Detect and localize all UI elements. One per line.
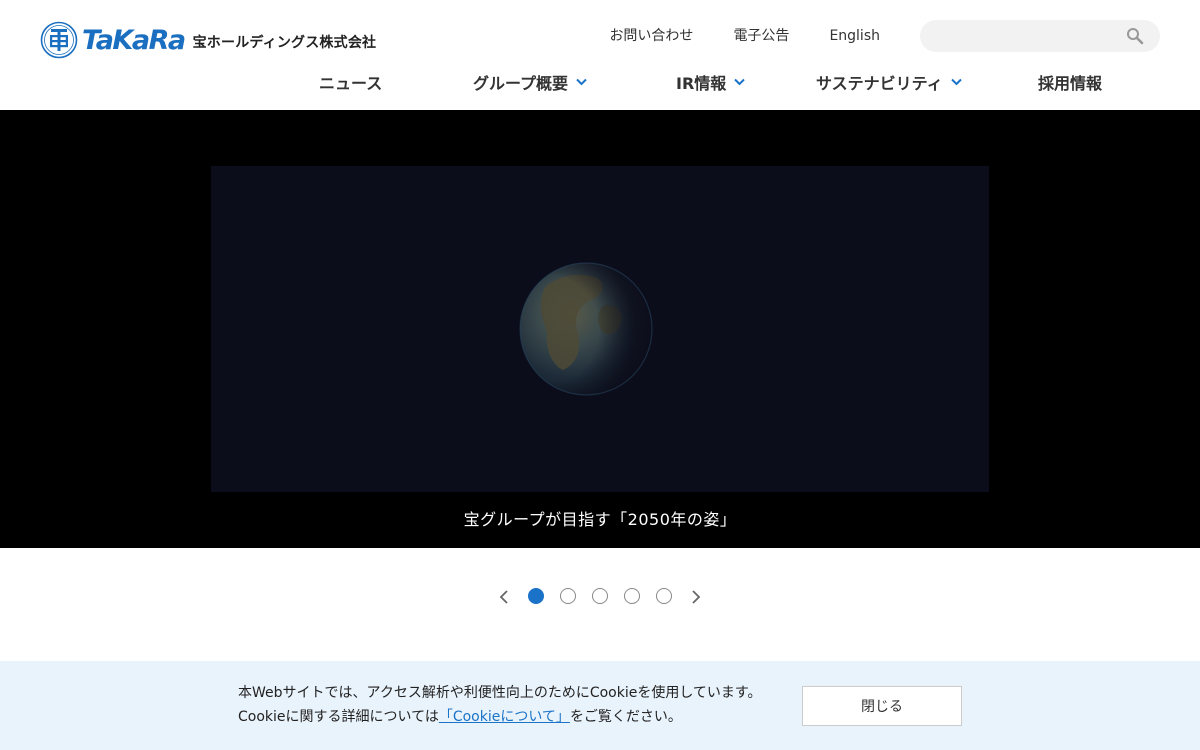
nav-item-recruit[interactable]: 採用情報 [1038,70,1102,94]
nav-item-label: 採用情報 [1038,74,1103,93]
chevron-down-icon [734,78,745,86]
nav-item-news[interactable]: ニュース [319,70,382,94]
search-icon[interactable] [1126,27,1144,45]
earth-video-icon [519,262,653,396]
cookie-line-1: 本Webサイトでは、アクセス解析や利便性向上のためにCookieを使用しています… [238,685,762,701]
cookie-message: 本Webサイトでは、アクセス解析や利便性向上のためにCookieを使用しています… [238,681,762,729]
main-nav: ニュース グループ概要 IR情報 サステナビリティ 採用情報 [0,70,1200,98]
carousel-dot-5[interactable] [656,588,672,604]
nav-item-label: グループ概要 [473,74,569,93]
carousel-dot-2[interactable] [560,588,576,604]
electronic-notices-link[interactable]: 電子公告 [733,26,789,46]
chevron-down-icon [576,78,587,86]
contact-link[interactable]: お問い合わせ [609,26,693,46]
brand-wordmark: TaKaRa [82,24,186,56]
carousel-dot-1[interactable] [528,588,544,604]
carousel-dot-3[interactable] [592,588,608,604]
cookie-policy-link[interactable]: 「Cookieについて」 [439,709,570,725]
nav-item-label: IR情報 [676,74,727,93]
hero-caption: 宝グループが目指す「2050年の姿」 [463,510,737,529]
takara-logo-mark-icon [40,21,78,59]
cookie-banner: 本Webサイトでは、アクセス解析や利便性向上のためにCookieを使用しています… [0,661,1200,750]
site-logo[interactable]: TaKaRa 宝ホールディングス株式会社 [40,20,376,60]
search-box [920,20,1160,52]
nav-item-sustainability[interactable]: サステナビリティ [816,70,962,94]
cookie-line-2-after: をご覧ください。 [569,709,682,725]
utility-nav: お問い合わせ 電子公告 English [569,26,880,46]
cookie-line-2-before: Cookieに関する詳細については [238,709,439,725]
nav-item-label: ニュース [319,74,383,93]
chevron-down-icon [951,78,962,86]
search-input[interactable] [920,20,1110,52]
chevron-right-icon[interactable] [688,589,704,605]
nav-item-ir[interactable]: IR情報 [676,70,745,94]
hero-section: 宝グループが目指す「2050年の姿」 [0,110,1200,548]
company-name: 宝ホールディングス株式会社 [192,35,377,51]
cookie-line-2: Cookieに関する詳細については「Cookieについて」をご覧ください。 [238,705,762,729]
carousel-dot-4[interactable] [624,588,640,604]
nav-item-group-overview[interactable]: グループ概要 [473,70,587,94]
cookie-close-button[interactable]: 閉じる [802,686,962,726]
chevron-left-icon[interactable] [496,589,512,605]
nav-item-label: サステナビリティ [816,74,943,93]
site-header: TaKaRa 宝ホールディングス株式会社 お問い合わせ 電子公告 English… [0,0,1200,110]
hero-video[interactable] [211,166,989,492]
carousel-controls [0,586,1200,608]
english-link[interactable]: English [829,26,880,46]
